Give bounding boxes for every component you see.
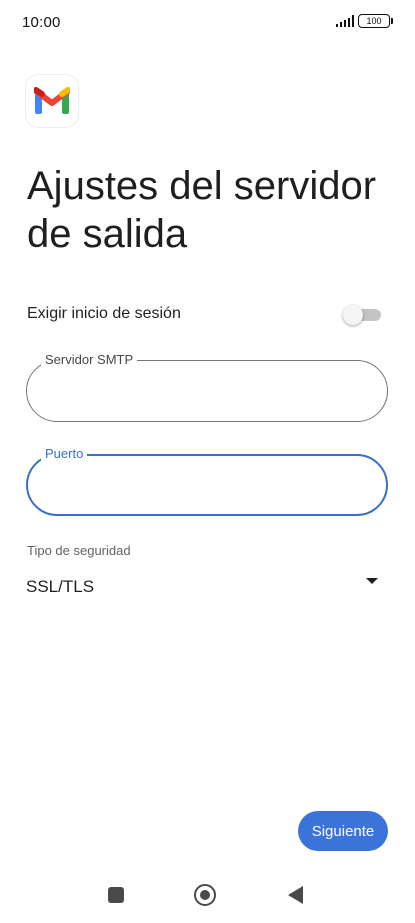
status-time: 10:00: [22, 14, 61, 31]
security-type-label: Tipo de seguridad: [27, 543, 131, 558]
gmail-logo-icon: [26, 75, 78, 127]
system-nav-bar: [0, 870, 415, 923]
smtp-server-field[interactable]: Servidor SMTP: [26, 352, 388, 422]
security-type-select[interactable]: SSL/TLS: [26, 570, 382, 604]
status-icons: 100: [335, 14, 393, 28]
battery-icon: 100: [358, 14, 393, 28]
require-login-label: Exigir inicio de sesión: [27, 305, 181, 322]
page-title: Ajustes del servidor de salida: [27, 164, 377, 256]
port-label: Puerto: [41, 446, 88, 462]
signal-bars-icon: [335, 15, 354, 27]
next-button[interactable]: Siguiente: [298, 811, 388, 851]
circle-home-icon[interactable]: [194, 884, 216, 906]
status-bar: 10:00 100: [0, 0, 415, 48]
require-login-toggle[interactable]: [343, 304, 381, 325]
square-recents-icon[interactable]: [108, 887, 124, 903]
security-type-value: SSL/TLS: [26, 577, 95, 596]
port-field[interactable]: Puerto: [26, 446, 388, 516]
dropdown-arrow-icon[interactable]: [366, 578, 378, 584]
smtp-server-input[interactable]: [45, 375, 365, 405]
smtp-server-label: Servidor SMTP: [41, 352, 138, 368]
toggle-thumb: [343, 305, 363, 325]
require-login-row[interactable]: Exigir inicio de sesión: [27, 300, 381, 328]
gmail-logo-svg: [34, 87, 70, 114]
port-input[interactable]: [46, 470, 366, 500]
triangle-back-icon[interactable]: [288, 886, 303, 904]
